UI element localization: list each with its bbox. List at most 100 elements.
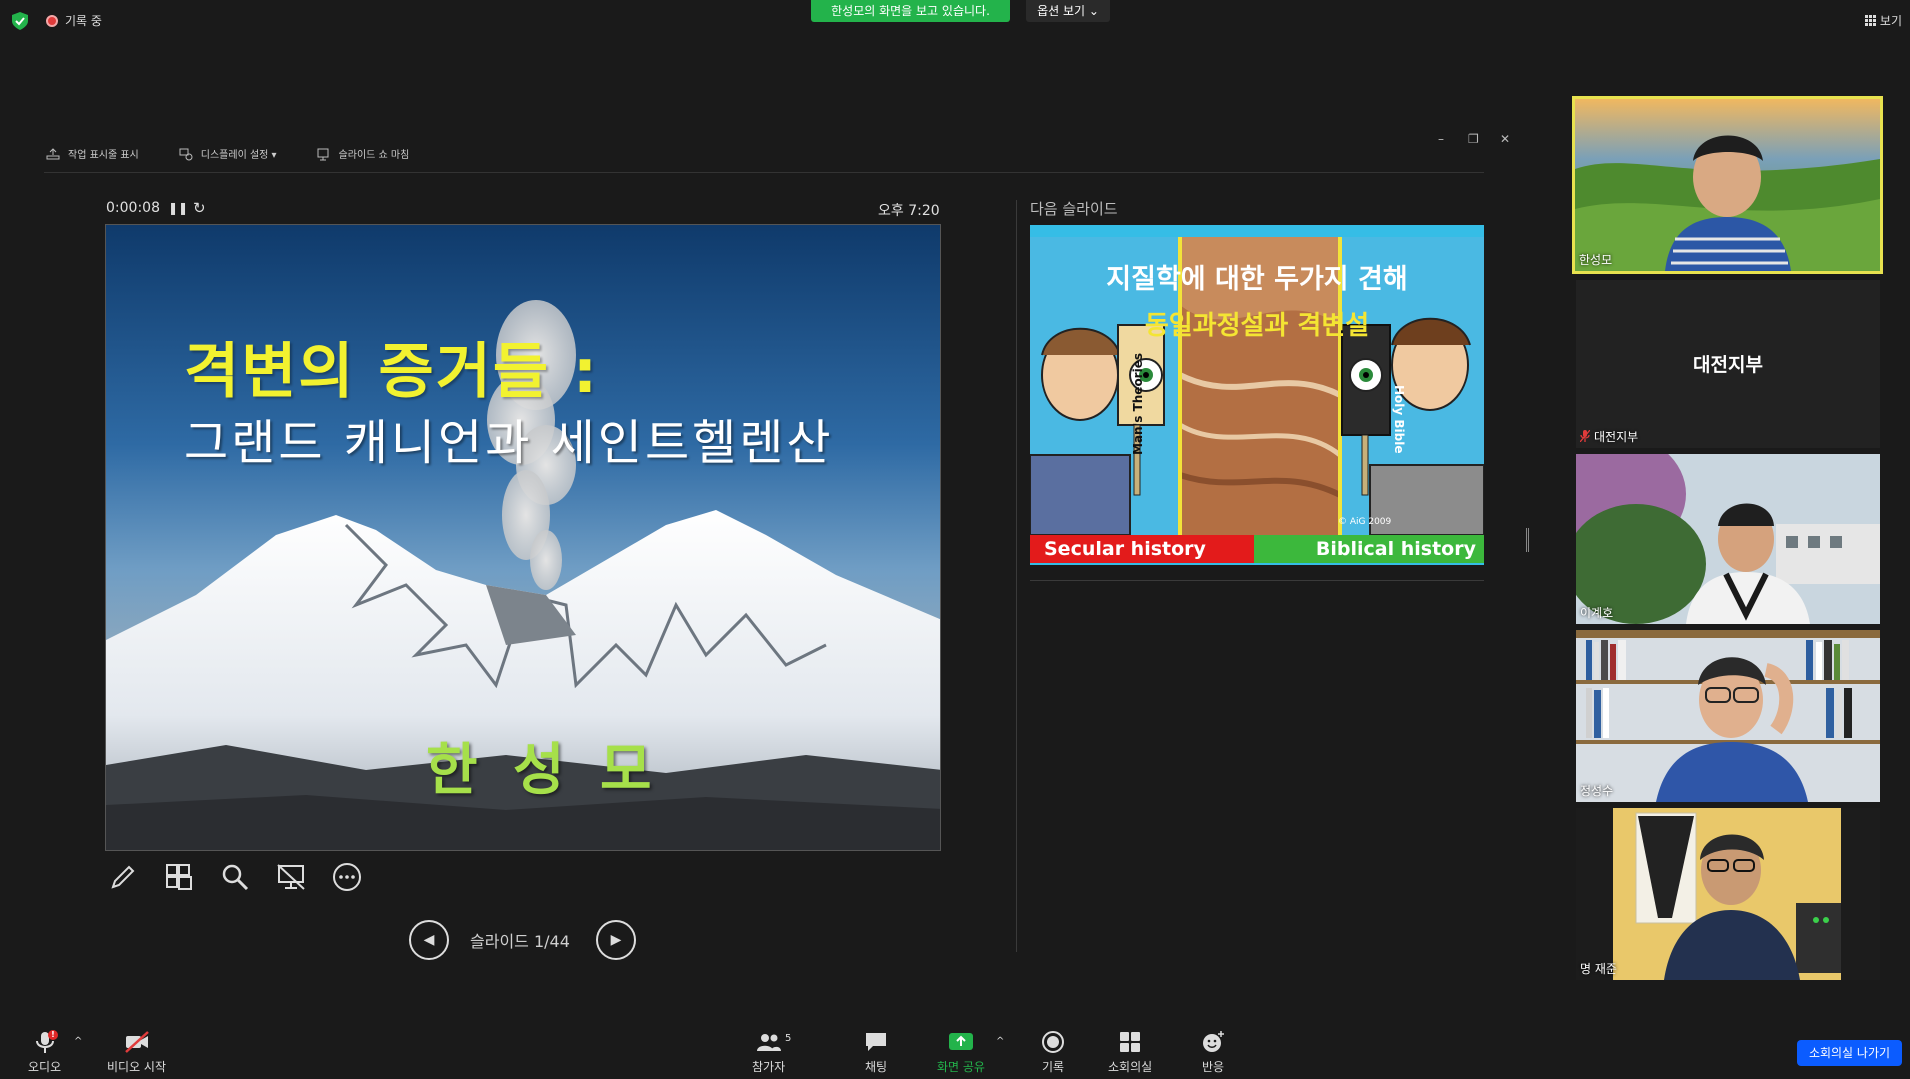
leave-breakout-room-button[interactable]: 소회의실 나가기 [1797, 1040, 1902, 1066]
show-taskbar-label: 작업 표시줄 표시 [68, 150, 139, 161]
share-screen-button[interactable]: 화면 공유 [937, 1030, 985, 1075]
participant-tile[interactable]: 이계호 [1576, 454, 1880, 624]
current-slide: 격변의 증거들 : 그랜드 캐니언과 세인트헬렌산 한 성 모 [105, 224, 941, 851]
arrow-right-icon: ▶ [610, 932, 622, 948]
copyright-label: © AiG 2009 [1338, 517, 1392, 527]
view-toggle-label: 보기 [1879, 14, 1902, 28]
reactions-label: 반응 [1201, 1060, 1225, 1074]
presenter-toolbar: 작업 표시줄 표시 디스플레이 설정 ▾ 슬라이드 쇼 마침 [46, 146, 409, 161]
arrow-left-icon: ◀ [423, 932, 435, 948]
chat-button[interactable]: 채팅 [863, 1030, 889, 1075]
reactions-button[interactable]: 반응 [1200, 1030, 1226, 1075]
video-feed [1576, 454, 1880, 624]
participant-name: 정성수 [1580, 784, 1614, 798]
screen-share-banner: 한성모의 화면을 보고 있습니다. [811, 0, 1010, 22]
panel-resize-handle[interactable] [1526, 528, 1529, 552]
presenter-pane-divider [1016, 200, 1017, 952]
presenter-divider [44, 172, 1484, 173]
zoom-button[interactable] [218, 860, 252, 894]
biblical-history-caption: Biblical history [1254, 535, 1484, 563]
participants-label: 참가자 [752, 1060, 786, 1074]
black-screen-button[interactable] [274, 860, 308, 894]
display-settings-button[interactable]: 디스플레이 설정 ▾ [179, 146, 277, 161]
participants-button[interactable]: 참가자 [752, 1030, 785, 1075]
chat-icon [866, 1033, 886, 1051]
recording-icon [46, 15, 58, 27]
pen-icon [111, 865, 135, 889]
theories-label: Man's Theories [1131, 353, 1145, 455]
participant-display-name: 대전지부 [1693, 354, 1763, 376]
show-taskbar-button[interactable]: 작업 표시줄 표시 [46, 146, 139, 161]
video-feed [1575, 99, 1880, 271]
share-options-caret-icon[interactable]: ^ [996, 1036, 1004, 1047]
chat-label: 채팅 [864, 1060, 888, 1074]
video-feed [1576, 630, 1880, 802]
security-shield-icon[interactable] [12, 12, 28, 30]
secular-history-caption: Secular history [1030, 535, 1254, 563]
start-video-button[interactable]: 비디오 시작 [107, 1030, 166, 1075]
bible-label: Holy Bible [1392, 385, 1406, 454]
slide-subtitle: 그랜드 캐니언과 세인트헬렌산 [184, 415, 834, 471]
participant-name: 명 재준 [1580, 962, 1617, 976]
view-toggle-button[interactable]: 보기 [1864, 12, 1902, 29]
participant-tile-active-speaker[interactable]: 한성모 [1572, 96, 1883, 274]
next-slide-preview[interactable]: 지질학에 대한 두가지 견해 동일과정설과 격변설 Man's Theories… [1030, 225, 1484, 565]
breakout-rooms-button[interactable]: 소회의실 [1108, 1030, 1152, 1075]
share-screen-label: 화면 공유 [937, 1060, 985, 1074]
participant-name-muted: 대전지부 [1580, 428, 1638, 445]
more-icon [333, 863, 361, 891]
restore-icon[interactable]: ❐ [1468, 132, 1479, 146]
share-screen-icon [948, 1033, 973, 1050]
slide-title: 격변의 증거들 : [184, 337, 599, 407]
participants-icon [756, 1034, 781, 1051]
pause-icon[interactable]: ❚❚ [168, 201, 188, 215]
display-settings-icon [179, 148, 193, 160]
end-slideshow-label: 슬라이드 쇼 마침 [338, 150, 410, 161]
end-slideshow-button[interactable]: 슬라이드 쇼 마침 [317, 146, 410, 161]
slide-counter: 슬라이드 1/44 [470, 932, 570, 951]
pen-tool-button[interactable] [106, 860, 140, 894]
audio-warning-badge: ! [48, 1030, 58, 1040]
video-feed [1576, 808, 1880, 980]
microphone-muted-icon [1580, 430, 1590, 442]
participant-tile-no-video[interactable]: 대전지부 대전지부 [1576, 280, 1880, 448]
slide-tools [106, 860, 364, 894]
record-label: 기록 [1041, 1060, 1065, 1074]
previous-slide-button[interactable]: ◀ [409, 920, 449, 960]
next-slide-label: 다음 슬라이드 [1030, 200, 1118, 218]
screen-off-icon [277, 864, 305, 890]
more-options-button[interactable] [330, 860, 364, 894]
breakout-rooms-icon [1120, 1032, 1141, 1052]
view-options-button[interactable]: 옵션 보기 ⌄ [1026, 0, 1110, 22]
close-icon[interactable]: ✕ [1500, 132, 1510, 146]
slideshow-timer: 0:00:08 [106, 200, 160, 216]
next-slide-title: 지질학에 대한 두가지 견해 [1106, 264, 1408, 295]
participant-tile[interactable]: 명 재준 [1576, 808, 1880, 980]
next-slide-subtitle: 동일과정설과 격변설 [1144, 311, 1370, 341]
audio-label: 오디오 [28, 1060, 62, 1074]
video-off-icon [124, 1031, 149, 1053]
see-all-slides-button[interactable] [162, 860, 196, 894]
record-button[interactable]: 기록 [1040, 1030, 1066, 1075]
slides-grid-icon [166, 864, 192, 890]
record-icon [1042, 1031, 1064, 1053]
next-slide-button[interactable]: ▶ [596, 920, 636, 960]
breakout-rooms-label: 소회의실 [1108, 1060, 1153, 1074]
next-slide-divider [1030, 580, 1484, 581]
end-slideshow-icon [317, 148, 329, 160]
participants-count: 5 [785, 1033, 792, 1044]
start-video-label: 비디오 시작 [107, 1060, 167, 1074]
audio-options-caret-icon[interactable]: ^ [74, 1036, 82, 1047]
recording-label: 기록 중 [65, 14, 102, 28]
current-time: 오후 7:20 [878, 203, 940, 219]
taskbar-icon [46, 147, 60, 159]
display-settings-label: 디스플레이 설정 ▾ [200, 150, 277, 161]
gallery-grid-icon [1864, 15, 1876, 26]
participant-tile[interactable]: 정성수 [1576, 630, 1880, 802]
reactions-icon [1203, 1031, 1224, 1052]
slide-author: 한 성 모 [426, 738, 660, 803]
top-bar: 기록 중 한성모의 화면을 보고 있습니다. 옵션 보기 ⌄ 보기 [0, 0, 1910, 40]
magnifier-icon [222, 864, 249, 891]
minimize-icon[interactable]: – [1438, 132, 1444, 146]
reset-timer-icon[interactable]: ↻ [193, 199, 206, 217]
